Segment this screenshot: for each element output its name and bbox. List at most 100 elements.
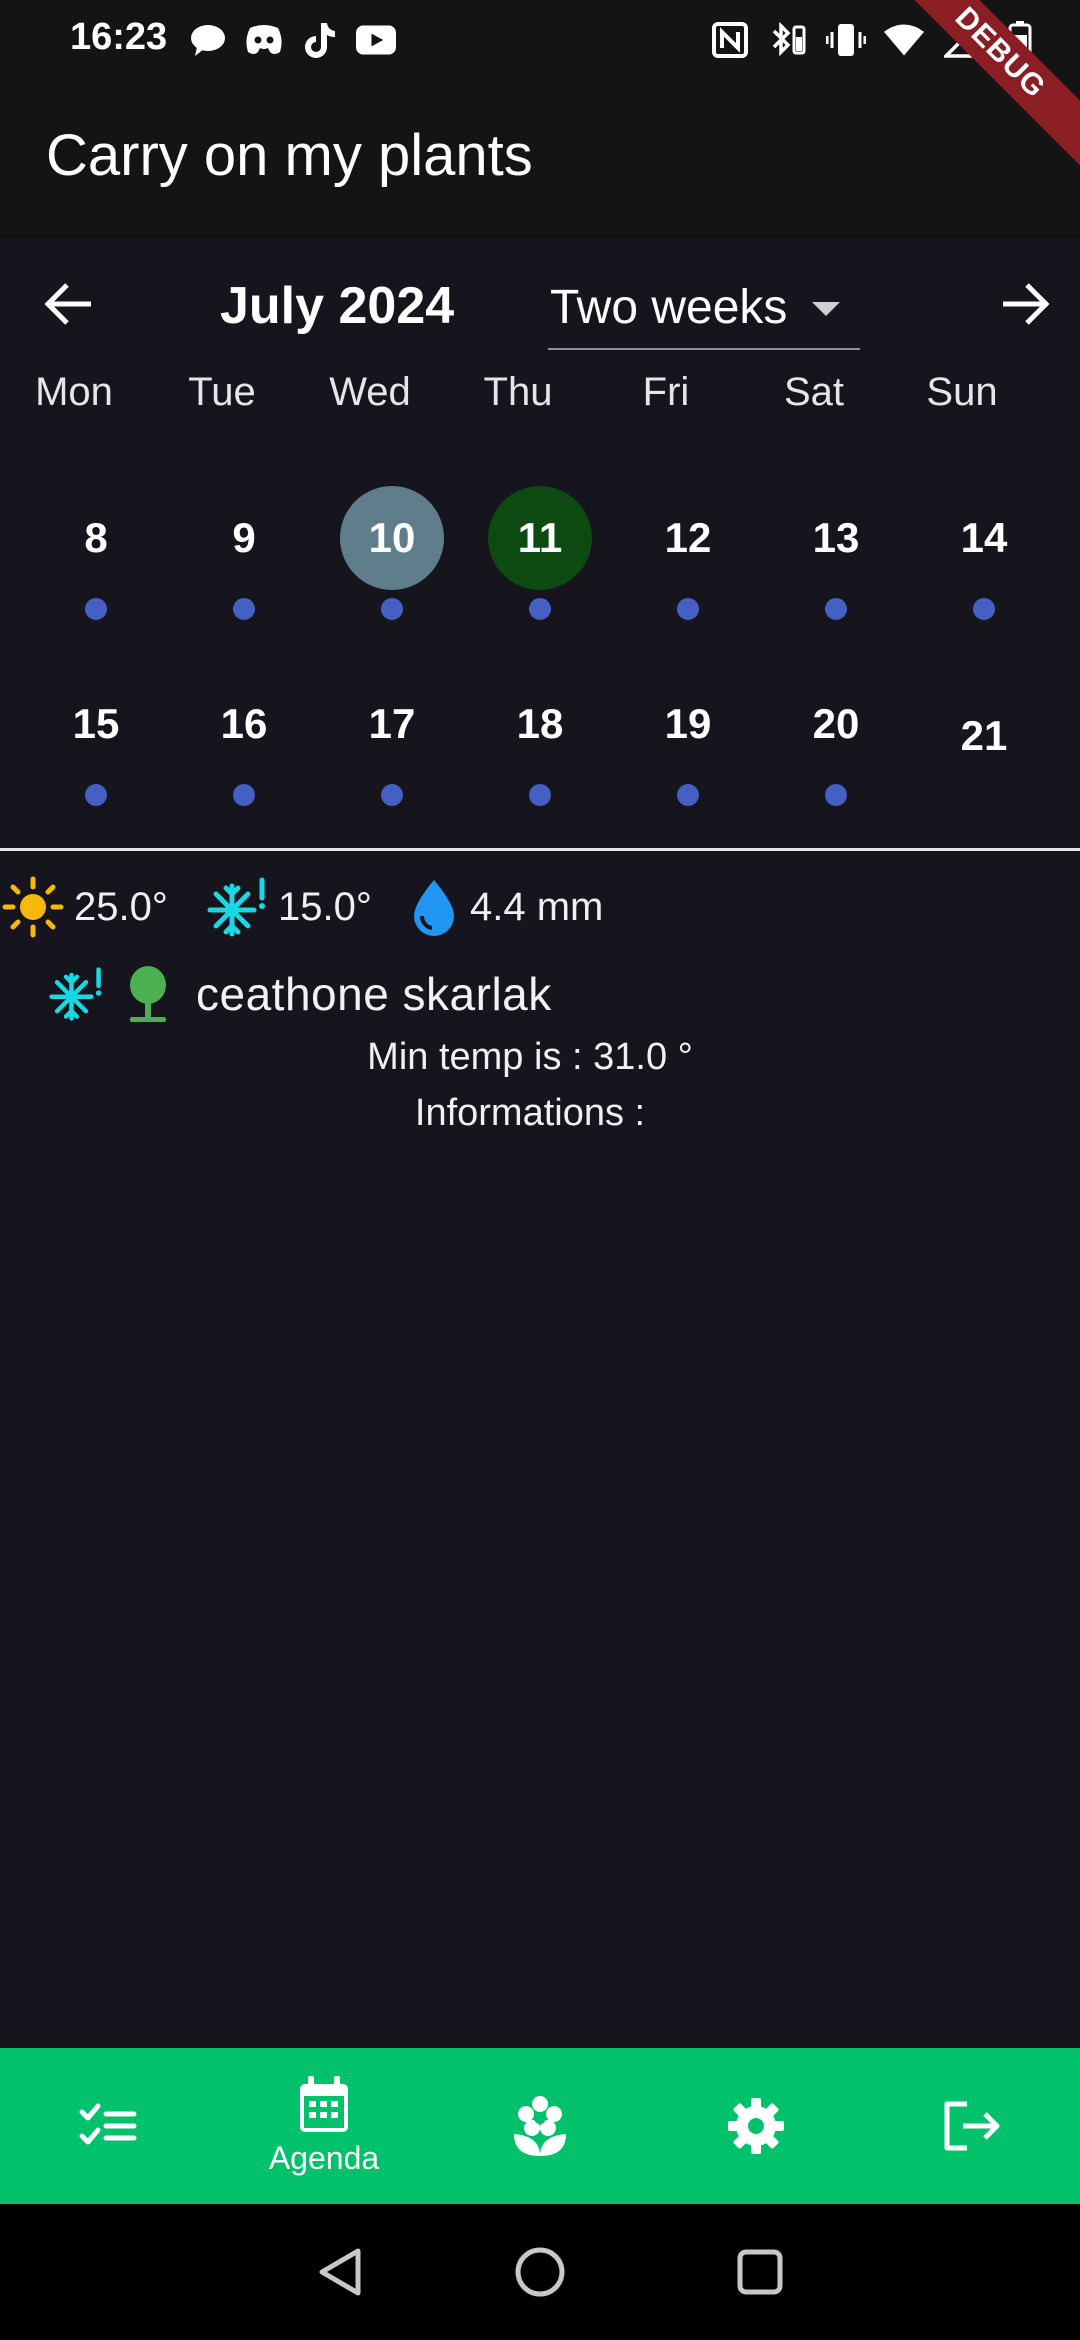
calendar-day-selected[interactable]: 10 [340, 486, 444, 590]
calendar-day-number: 17 [368, 700, 416, 747]
calendar-day-number: 9 [232, 514, 256, 561]
app-screen: 16:23 DEBUG Carry on my plants July 2024… [0, 0, 1080, 2340]
calendar-day[interactable]: 12 [636, 486, 740, 590]
plant-list-item[interactable]: ceathone skarlak [48, 964, 552, 1024]
youtube-icon [356, 20, 396, 60]
calendar-day-number: 18 [516, 700, 564, 747]
status-bar: 16:23 [0, 0, 1080, 78]
app-bar: Carry on my plants [0, 78, 1080, 238]
weekday-label: Sat [783, 370, 845, 414]
wifi-icon [884, 20, 924, 60]
calendar-day-number: 8 [84, 514, 108, 561]
calendar-day-number: 20 [812, 700, 860, 747]
divider [0, 848, 1080, 851]
rain-item: 4.4 mm [408, 876, 603, 938]
calendar-day-number: 14 [960, 514, 1008, 561]
event-marker-dot [233, 598, 255, 620]
event-marker-dot [233, 784, 255, 806]
event-marker-dot [381, 598, 403, 620]
rain-value: 4.4 mm [470, 884, 604, 929]
month-label: July 2024 [220, 277, 455, 335]
calendar-day[interactable]: 21 [932, 684, 1036, 788]
system-back-button[interactable] [308, 2240, 372, 2304]
event-marker-dot [677, 784, 699, 806]
calendar-day[interactable]: 8 [44, 486, 148, 590]
next-period-button[interactable] [994, 272, 1058, 336]
event-marker-dot [825, 784, 847, 806]
calendar-day[interactable]: 15 [44, 672, 148, 776]
weekday-label: Sun [926, 370, 998, 414]
event-marker-dot [973, 598, 995, 620]
arrow-left-icon [44, 283, 91, 325]
calendar-format-dropdown[interactable]: Two weeks [548, 268, 860, 350]
event-marker-dot [529, 784, 551, 806]
calendar-day[interactable]: 20 [784, 672, 888, 776]
calendar-day-number: 12 [664, 514, 712, 561]
calendar-day[interactable]: 13 [784, 486, 888, 590]
nav-settings-button[interactable] [648, 2048, 864, 2204]
home-circle-icon [515, 2247, 565, 2297]
calendar-day-number: 15 [72, 700, 120, 747]
calendar-day[interactable]: 16 [192, 672, 296, 776]
weekday-label: Thu [483, 370, 553, 414]
bottom-navigation: Agenda [0, 2048, 1080, 2204]
calendar-header: July 2024 Two weeks [0, 238, 1080, 358]
min-temp-value: 15.0° [278, 884, 372, 929]
weekday-row: Mon Tue Wed Thu Fri Sat Sun [0, 370, 1080, 430]
status-time: 16:23 [70, 16, 168, 58]
nav-tasks-button[interactable] [0, 2048, 216, 2204]
tiktok-icon [300, 20, 340, 60]
calendar-format-value: Two weeks [550, 281, 788, 334]
previous-period-button[interactable] [36, 272, 100, 336]
plant-min-temp: Min temp is : 31.0 ° [367, 1036, 693, 1078]
discord-icon [244, 20, 284, 60]
nav-agenda-button[interactable]: Agenda [216, 2048, 432, 2204]
event-marker-dot [85, 784, 107, 806]
gear-icon [728, 2098, 784, 2154]
back-triangle-icon [319, 2248, 361, 2296]
checklist-icon [79, 2103, 137, 2145]
calendar-day[interactable]: 17 [340, 672, 444, 776]
calendar-day-number: 16 [220, 700, 268, 747]
event-marker-dot [381, 784, 403, 806]
event-marker-dot [529, 598, 551, 620]
water-drop-icon [414, 880, 454, 936]
tree-icon [130, 966, 166, 1022]
sun-icon [2, 876, 64, 938]
plant-informations: Informations : [414, 1092, 646, 1134]
calendar-day-number: 19 [664, 700, 712, 747]
calendar-day[interactable]: 14 [932, 486, 1036, 590]
notification-icons [188, 20, 396, 60]
calendar-day-number: 11 [517, 514, 563, 561]
vibrate-icon [826, 20, 866, 60]
weekday-label: Mon [35, 370, 113, 414]
flower-icon [514, 2096, 566, 2156]
weekday-label: Tue [188, 370, 256, 414]
weekday-label: Wed [329, 370, 411, 414]
min-temp-item: 15.0° [206, 876, 372, 938]
calendar-day[interactable]: 19 [636, 672, 740, 776]
calendar-day-number: 10 [368, 514, 416, 561]
calendar-day[interactable]: 18 [488, 672, 592, 776]
nfc-icon [710, 20, 750, 60]
event-marker-dot [825, 598, 847, 620]
max-temp-value: 25.0° [74, 884, 168, 929]
event-marker-dot [677, 598, 699, 620]
calendar-icon [300, 2075, 348, 2132]
event-marker-dot [85, 598, 107, 620]
weather-summary: 25.0° 15.0° 4.4 mm [0, 876, 1080, 938]
nav-logout-button[interactable] [864, 2048, 1080, 2204]
arrow-right-icon [1003, 283, 1050, 325]
dropdown-caret-icon [812, 302, 840, 316]
system-home-button[interactable] [508, 2240, 572, 2304]
system-recents-button[interactable] [728, 2240, 792, 2304]
frost-alert-icon [207, 877, 265, 937]
nav-plants-button[interactable] [432, 2048, 648, 2204]
calendar-day-number: 13 [812, 514, 860, 561]
recents-square-icon [737, 2249, 783, 2295]
bluetooth-battery-icon [768, 20, 808, 60]
calendar-day[interactable]: 9 [192, 486, 296, 590]
weekday-label: Fri [642, 370, 690, 414]
calendar-day-today[interactable]: 11 [488, 486, 592, 590]
nav-agenda-label: Agenda [268, 2139, 380, 2176]
